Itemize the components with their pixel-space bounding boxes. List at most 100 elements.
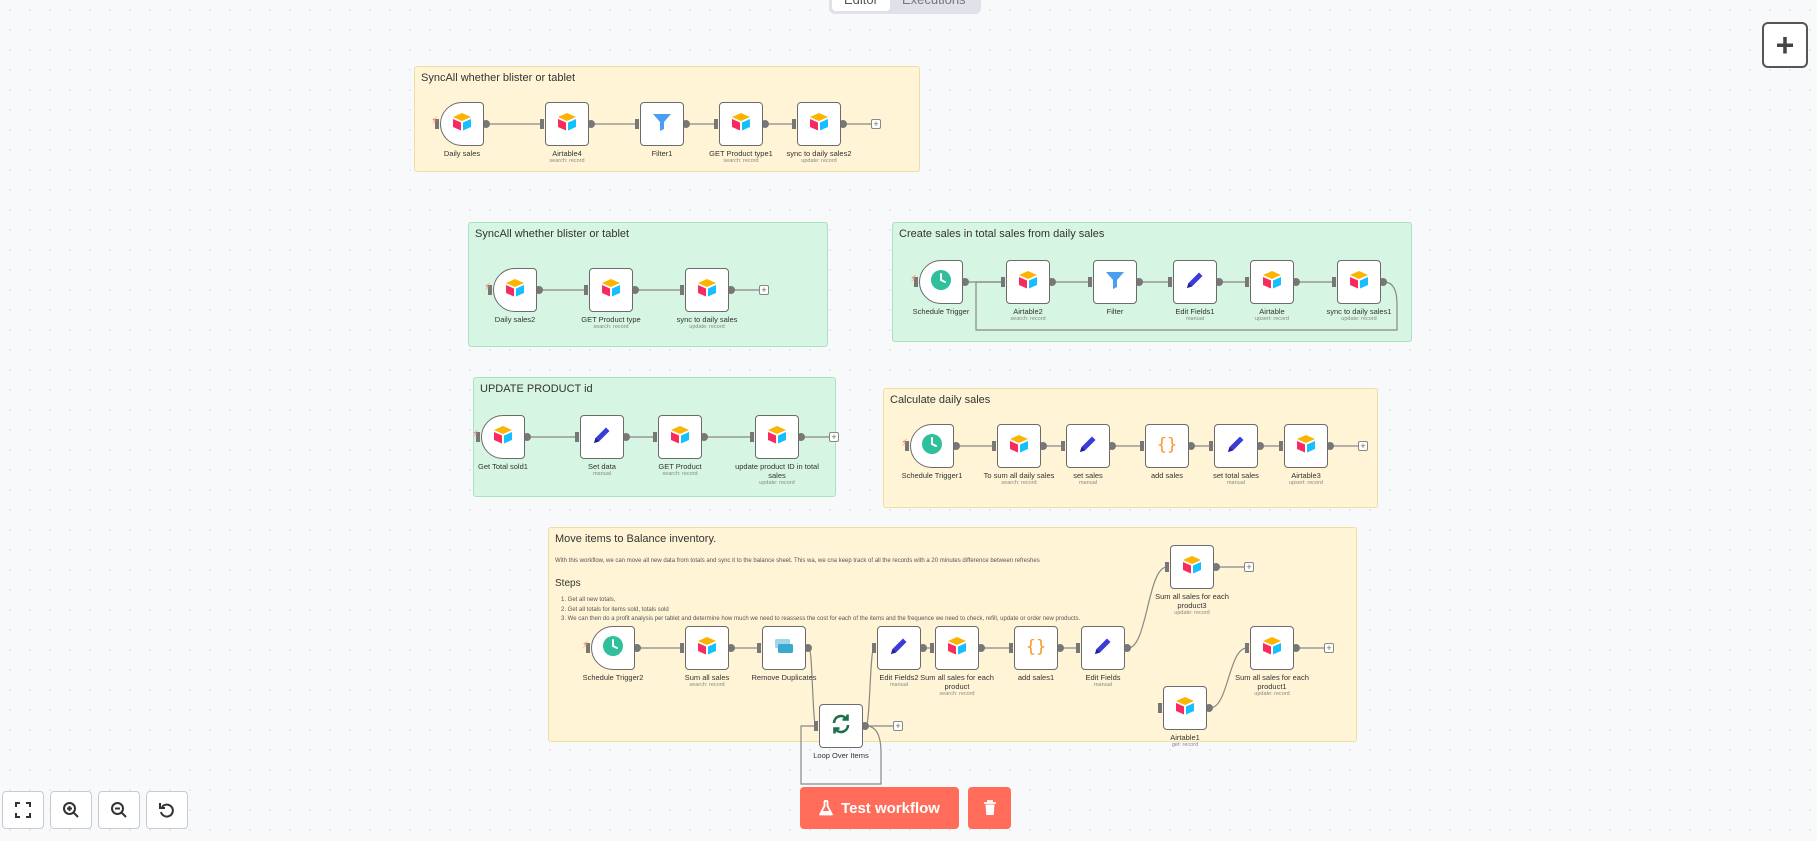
- workflow-node[interactable]: [589, 268, 633, 312]
- node-label: Sum all sales for each product1: [1235, 673, 1309, 691]
- workflow-node[interactable]: [1337, 260, 1381, 304]
- node-label: update product ID in total sales: [735, 462, 819, 480]
- node-label: Schedule Trigger2: [582, 673, 644, 682]
- input-handle[interactable]: [1001, 277, 1005, 287]
- workflow-node[interactable]: [1066, 424, 1110, 468]
- input-handle[interactable]: [814, 721, 818, 731]
- workflow-node[interactable]: [440, 102, 484, 146]
- input-handle[interactable]: [1209, 441, 1213, 451]
- zoom-in-icon: [63, 802, 79, 818]
- node-subtitle: upsert: record: [1289, 480, 1323, 486]
- workflow-node[interactable]: [997, 424, 1041, 468]
- node-subtitle: update: record: [1254, 691, 1290, 697]
- workflow-node[interactable]: [1093, 260, 1137, 304]
- node-subtitle: manual: [1078, 480, 1098, 486]
- input-handle[interactable]: [635, 119, 639, 129]
- workflow-node[interactable]: [762, 626, 806, 670]
- node-label: Remove Duplicates: [751, 673, 817, 682]
- input-handle[interactable]: [1009, 643, 1013, 653]
- workflow-node[interactable]: [1081, 626, 1125, 670]
- add-next-node-button[interactable]: +: [871, 119, 881, 129]
- zoom-out-button[interactable]: [98, 791, 140, 829]
- delete-button[interactable]: [968, 787, 1011, 829]
- workflow-node[interactable]: [591, 626, 635, 670]
- node-subtitle: get: record: [1171, 742, 1199, 748]
- input-handle[interactable]: [680, 643, 684, 653]
- input-handle[interactable]: [575, 432, 579, 442]
- workflow-node[interactable]: [719, 102, 763, 146]
- input-handle[interactable]: [1140, 441, 1144, 451]
- airtable-icon: [696, 278, 718, 303]
- workflow-node[interactable]: [493, 268, 537, 312]
- airtable-icon: [1295, 434, 1317, 459]
- airtable-icon: [1261, 270, 1283, 295]
- input-handle[interactable]: [680, 285, 684, 295]
- input-handle[interactable]: [872, 643, 876, 653]
- add-next-node-button[interactable]: +: [1358, 441, 1368, 451]
- reset-zoom-button[interactable]: [146, 791, 188, 829]
- pencil-icon: [1092, 635, 1114, 662]
- workflow-node[interactable]: [1284, 424, 1328, 468]
- add-next-node-button[interactable]: +: [759, 285, 769, 295]
- input-handle[interactable]: [1088, 277, 1092, 287]
- node-label: Schedule Trigger1: [901, 471, 963, 480]
- workflow-node[interactable]: [1214, 424, 1258, 468]
- code-icon: {}: [1156, 433, 1178, 460]
- input-handle[interactable]: [1076, 643, 1080, 653]
- workflow-node[interactable]: [797, 102, 841, 146]
- input-handle[interactable]: [757, 643, 761, 653]
- add-next-node-button[interactable]: +: [1324, 643, 1334, 653]
- input-handle[interactable]: [584, 285, 588, 295]
- fit-view-button[interactable]: [2, 791, 44, 829]
- workflow-node[interactable]: [755, 415, 799, 459]
- workflow-node[interactable]: [685, 268, 729, 312]
- workflow-node[interactable]: [658, 415, 702, 459]
- node-subtitle: search: record: [1010, 316, 1046, 322]
- pencil-icon: [888, 635, 910, 662]
- input-handle[interactable]: [1245, 643, 1249, 653]
- test-workflow-button[interactable]: Test workflow: [800, 787, 959, 829]
- input-handle[interactable]: [714, 119, 718, 129]
- workflow-node[interactable]: [580, 415, 624, 459]
- input-handle[interactable]: [1279, 441, 1283, 451]
- workflow-node[interactable]: [819, 704, 863, 748]
- add-next-node-button[interactable]: +: [893, 721, 903, 731]
- workflow-node[interactable]: [481, 415, 525, 459]
- input-handle[interactable]: [653, 432, 657, 442]
- input-handle[interactable]: [750, 432, 754, 442]
- add-next-node-button[interactable]: +: [829, 432, 839, 442]
- workflow-node[interactable]: [910, 424, 954, 468]
- workflow-node[interactable]: [1170, 545, 1214, 589]
- workflow-node[interactable]: {}: [1014, 626, 1058, 670]
- node-subtitle: update: record: [801, 158, 837, 164]
- workflow-node[interactable]: [685, 626, 729, 670]
- workflow-node[interactable]: [919, 260, 963, 304]
- workflow-node[interactable]: [935, 626, 979, 670]
- workflow-node[interactable]: [545, 102, 589, 146]
- workflow-node[interactable]: [640, 102, 684, 146]
- airtable-icon: [730, 112, 752, 137]
- node-label: Daily sales: [443, 149, 481, 158]
- workflow-node[interactable]: {}: [1145, 424, 1189, 468]
- input-handle[interactable]: [1168, 277, 1172, 287]
- input-handle[interactable]: [992, 441, 996, 451]
- input-handle[interactable]: [1332, 277, 1336, 287]
- workflow-node[interactable]: [1163, 686, 1207, 730]
- workflow-node[interactable]: [1006, 260, 1050, 304]
- airtable-icon: [1181, 555, 1203, 580]
- workflow-node[interactable]: [1173, 260, 1217, 304]
- workflow-node[interactable]: [1250, 260, 1294, 304]
- input-handle[interactable]: [1158, 703, 1162, 713]
- input-handle[interactable]: [1245, 277, 1249, 287]
- input-handle[interactable]: [1165, 562, 1169, 572]
- node-subtitle: update: record: [759, 480, 795, 486]
- input-handle[interactable]: [930, 643, 934, 653]
- workflow-node[interactable]: [1250, 626, 1294, 670]
- workflow-node[interactable]: [877, 626, 921, 670]
- zoom-in-button[interactable]: [50, 791, 92, 829]
- add-next-node-button[interactable]: +: [1244, 562, 1254, 572]
- node-label: Schedule Trigger: [912, 307, 970, 316]
- input-handle[interactable]: [792, 119, 796, 129]
- input-handle[interactable]: [540, 119, 544, 129]
- input-handle[interactable]: [1061, 441, 1065, 451]
